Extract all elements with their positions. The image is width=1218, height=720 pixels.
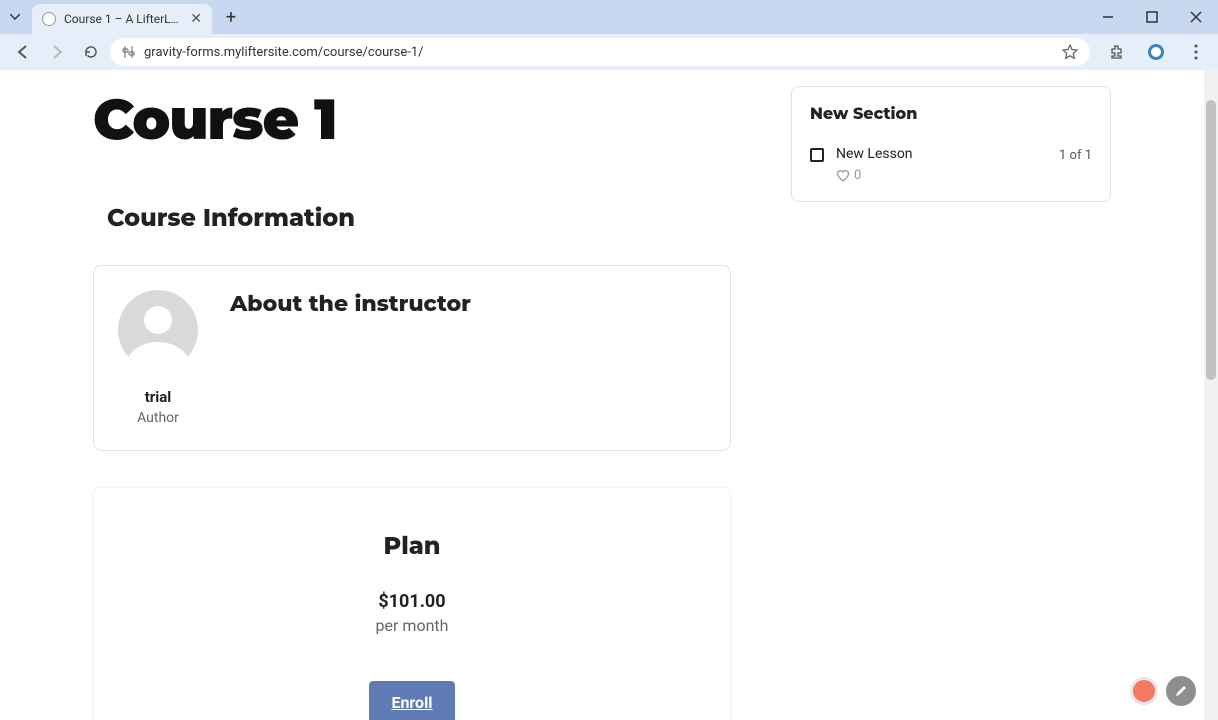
plan-period: per month [118,616,706,635]
address-bar: gravity-forms.myliftersite.com/course/co… [0,34,1218,70]
instructor-card: trial Author About the instructor [93,265,731,451]
profile-icon[interactable] [1142,38,1170,66]
instructor-name: trial [145,388,172,406]
instructor-role: Author [137,410,179,426]
url-text: gravity-forms.myliftersite.com/course/co… [144,45,424,60]
plan-price: $101.00 [118,591,706,612]
kebab-menu-icon[interactable] [1182,38,1210,66]
tabs-dropdown[interactable] [4,6,26,28]
site-settings-icon [122,45,136,59]
avatar [118,290,198,370]
lesson-favorite[interactable]: 0 [836,168,1047,183]
lesson-name: New Lesson [836,146,1047,162]
lesson-item[interactable]: New Lesson 0 1 of 1 [810,146,1092,183]
lesson-progress: 1 of 1 [1059,148,1092,163]
tab-title: Course 1 – A LifterLMS Sandb… [64,12,182,26]
instructor-heading: About the instructor [230,290,706,317]
section-card: New Section New Lesson 0 1 of 1 [791,86,1111,202]
globe-icon [42,12,56,26]
scrollbar-thumb[interactable] [1206,100,1216,380]
window-minimize[interactable] [1086,0,1130,34]
enroll-button[interactable]: Enroll [369,681,454,720]
edit-floating-button[interactable] [1166,676,1196,706]
plan-card: Plan $101.00 per month Enroll [93,487,731,720]
section-title: New Section [810,105,1092,124]
browser-tab[interactable]: Course 1 – A LifterLMS Sandb… ✕ [32,4,212,34]
forward-button[interactable] [42,37,72,67]
url-input[interactable]: gravity-forms.myliftersite.com/course/co… [110,38,1090,66]
plan-title: Plan [118,532,706,561]
bookmark-star-icon[interactable] [1062,44,1078,60]
favorite-count: 0 [854,168,861,183]
extensions-icon[interactable] [1102,38,1130,66]
course-info-heading: Course Information [107,204,731,233]
heart-icon [836,169,850,183]
vertical-scrollbar[interactable] [1204,70,1218,720]
back-button[interactable] [8,37,38,67]
record-indicator-icon[interactable] [1130,677,1158,705]
pencil-icon [1174,684,1188,698]
close-icon[interactable]: ✕ [190,11,202,27]
window-maximize[interactable] [1130,0,1174,34]
page-title: Course 1 [93,86,731,154]
browser-tab-bar: Course 1 – A LifterLMS Sandb… ✕ + [0,0,1218,34]
checkbox-icon [810,148,824,162]
reload-button[interactable] [76,37,106,67]
new-tab-button[interactable]: + [218,4,244,30]
window-close[interactable] [1174,0,1218,34]
